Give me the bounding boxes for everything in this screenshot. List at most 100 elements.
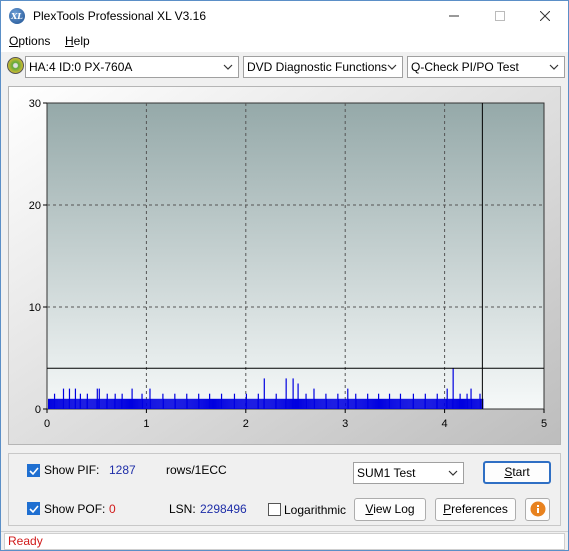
bar [465, 398, 467, 409]
bar [130, 398, 132, 409]
bar [360, 398, 362, 409]
bar-spike [347, 388, 349, 409]
bar [445, 398, 447, 409]
bar [110, 398, 112, 409]
minimize-button[interactable] [431, 1, 477, 31]
bar [454, 398, 456, 409]
bar [81, 398, 83, 409]
drive-select[interactable]: HA:4 ID:0 PX-760A [25, 56, 239, 78]
bar [475, 398, 477, 409]
bar [125, 398, 127, 409]
x-tick-label: 3 [342, 418, 348, 430]
bar [157, 398, 159, 409]
bar-spike [68, 388, 71, 409]
bar [411, 398, 413, 409]
bar [154, 398, 156, 409]
sum-test-select[interactable]: SUM1 Test [353, 462, 464, 484]
bar [346, 398, 348, 409]
app-logo-icon: XL [9, 8, 25, 24]
bar [324, 398, 326, 409]
bar [428, 398, 430, 409]
pif-value: 1287 [109, 463, 136, 477]
bar [52, 398, 54, 409]
bar [156, 398, 158, 409]
bar-spike [479, 393, 481, 409]
bar-spike [355, 393, 357, 409]
bar-spike [436, 393, 438, 409]
bar [432, 398, 434, 409]
bar-spike [198, 393, 200, 409]
y-tick-label: 10 [29, 302, 41, 314]
bar [120, 398, 122, 409]
bar [188, 398, 190, 409]
bar [279, 398, 281, 409]
bar [393, 398, 395, 409]
bar [381, 398, 383, 409]
bar [392, 398, 394, 409]
bar [352, 398, 354, 409]
bar [441, 398, 443, 409]
show-pof-checkbox[interactable] [27, 502, 40, 515]
bar [178, 398, 180, 409]
disc-drive-icon [7, 57, 24, 74]
bar [387, 398, 389, 409]
bar [390, 398, 392, 409]
bar [442, 398, 444, 409]
bar [123, 398, 125, 409]
bar [332, 398, 334, 409]
bar [476, 398, 478, 409]
bar [311, 398, 313, 409]
menu-help[interactable]: Help [65, 34, 90, 48]
bar [212, 398, 214, 409]
bar [282, 398, 284, 409]
bar [385, 398, 387, 409]
bar-spike [62, 388, 65, 409]
view-log-button[interactable]: View Log [354, 498, 426, 521]
bar [241, 398, 243, 409]
bar-spike [74, 388, 77, 409]
start-button[interactable]: Start [483, 461, 551, 484]
bar [172, 398, 174, 409]
bar-spike [220, 393, 223, 409]
bar [219, 398, 221, 409]
bar [318, 398, 320, 409]
bar [319, 398, 321, 409]
bar [91, 398, 93, 409]
maximize-button[interactable] [477, 1, 523, 31]
test-select[interactable]: Q-Check PI/PO Test [407, 56, 565, 78]
function-select[interactable]: DVD Diagnostic Functions [243, 56, 403, 78]
bar [386, 398, 388, 409]
bar-spike [209, 393, 211, 409]
title-bar[interactable]: XL PlexTools Professional XL V3.16 [1, 1, 568, 31]
chevron-down-icon [448, 470, 458, 476]
toolbar: HA:4 ID:0 PX-760A DVD Diagnostic Functio… [1, 53, 568, 79]
bar [108, 398, 110, 409]
bar [329, 398, 331, 409]
close-button[interactable] [522, 1, 568, 31]
bar [101, 398, 103, 409]
bar [366, 398, 368, 409]
show-pif-checkbox[interactable] [27, 464, 40, 477]
bar [57, 398, 59, 409]
menu-options[interactable]: Options [9, 34, 50, 48]
logarithmic-checkbox[interactable] [268, 503, 281, 516]
preferences-mnemonic: P [443, 502, 452, 516]
bar [336, 398, 338, 409]
bar [139, 398, 141, 409]
bar [192, 398, 194, 409]
checkmark-icon [29, 505, 39, 514]
info-button[interactable] [525, 498, 550, 521]
bar [369, 398, 371, 409]
bar [191, 398, 193, 409]
bar [169, 398, 171, 409]
bar [331, 398, 333, 409]
bar [100, 398, 102, 409]
bar [225, 398, 227, 409]
preferences-button[interactable]: Preferences [435, 498, 516, 521]
bar [295, 398, 297, 409]
bar [277, 398, 279, 409]
preferences-label: references [451, 502, 508, 516]
bar-spike [86, 393, 88, 409]
start-label: tart [512, 465, 530, 479]
info-icon [530, 501, 545, 517]
